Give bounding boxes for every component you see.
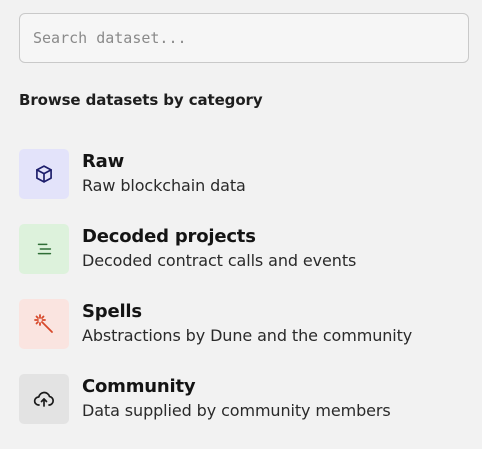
magic-wand-icon [19,299,69,349]
category-item-decoded-projects[interactable]: Decoded projects Decoded contract calls … [19,224,469,299]
category-description: Abstractions by Dune and the community [82,326,413,345]
section-title: Browse datasets by category [19,91,263,109]
category-name: Community [82,376,196,397]
category-name: Raw [82,151,125,172]
category-item-spells[interactable]: Spells Abstractions by Dune and the comm… [19,299,469,374]
category-description: Raw blockchain data [82,176,246,195]
category-name: Decoded projects [82,226,256,247]
cloud-upload-icon [19,374,69,424]
category-item-raw[interactable]: Raw Raw blockchain data [19,149,469,224]
cube-icon [19,149,69,199]
category-item-community[interactable]: Community Data supplied by community mem… [19,374,469,449]
search-input[interactable] [20,14,468,62]
search-box[interactable] [19,13,469,63]
category-name: Spells [82,301,142,322]
category-description: Data supplied by community members [82,401,391,420]
lines-icon [19,224,69,274]
category-list: Raw Raw blockchain data Decoded projects… [19,149,469,449]
category-description: Decoded contract calls and events [82,251,357,270]
